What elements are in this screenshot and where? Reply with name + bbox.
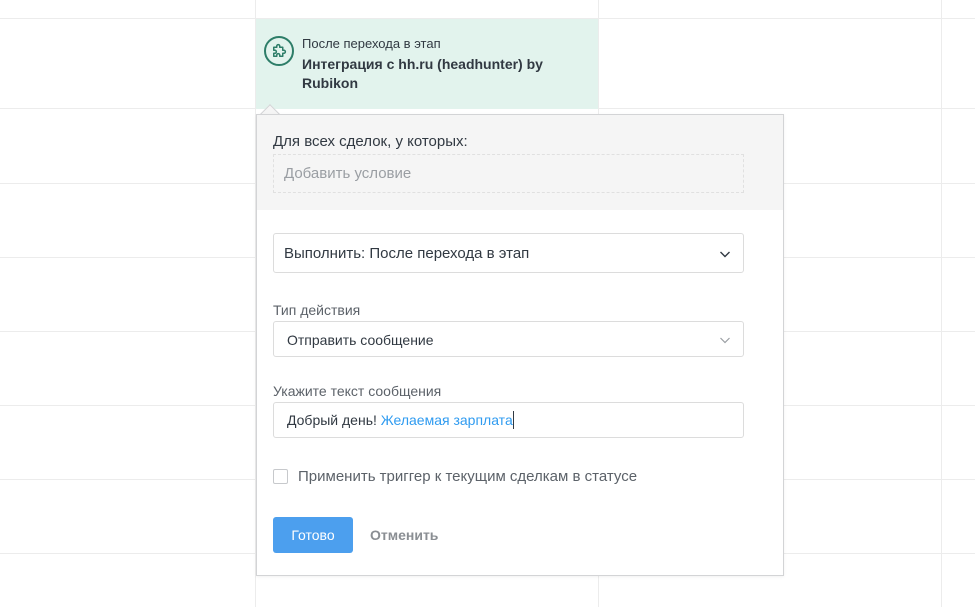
puzzle-icon: [264, 36, 294, 66]
message-text: Добрый день!: [287, 412, 381, 428]
trigger-subtitle: После перехода в этап: [302, 36, 441, 51]
apply-checkbox-label: Применить триггер к текущим сделкам в ст…: [298, 467, 638, 485]
message-label: Укажите текст сообщения: [273, 383, 442, 399]
trigger-card[interactable]: После перехода в этап Интеграция с hh.ru…: [256, 19, 598, 109]
message-variable: Желаемая зарплата: [380, 412, 513, 428]
done-button[interactable]: Готово: [273, 517, 353, 553]
apply-checkbox[interactable]: [273, 468, 288, 484]
chevron-down-icon: [720, 337, 730, 344]
column-divider: [941, 0, 942, 607]
cancel-button[interactable]: Отменить: [370, 517, 438, 553]
execute-select[interactable]: Выполнить: После перехода в этап: [273, 233, 744, 273]
apply-to-current-row[interactable]: Применить триггер к текущим сделкам в ст…: [273, 467, 637, 485]
action-type-value: Отправить сообщение: [287, 332, 434, 348]
add-condition-field[interactable]: Добавить условие: [273, 154, 744, 193]
execute-select-value: Выполнить: После перехода в этап: [284, 245, 530, 262]
action-type-select[interactable]: Отправить сообщение: [273, 321, 744, 357]
conditions-label: Для всех сделок, у которых:: [273, 133, 468, 150]
trigger-settings-popup: Для всех сделок, у которых: Добавить усл…: [256, 114, 784, 576]
text-caret: [512, 411, 514, 430]
chevron-down-icon: [720, 251, 730, 258]
message-input[interactable]: Добрый день! Желаемая зарплата: [273, 402, 744, 438]
trigger-title: Интеграция с hh.ru (headhunter) by Rubik…: [302, 56, 543, 91]
conditions-section: Для всех сделок, у которых: Добавить усл…: [257, 115, 783, 210]
action-type-label: Тип действия: [273, 302, 361, 318]
pipeline-board: После перехода в этап Интеграция с hh.ru…: [0, 0, 975, 607]
